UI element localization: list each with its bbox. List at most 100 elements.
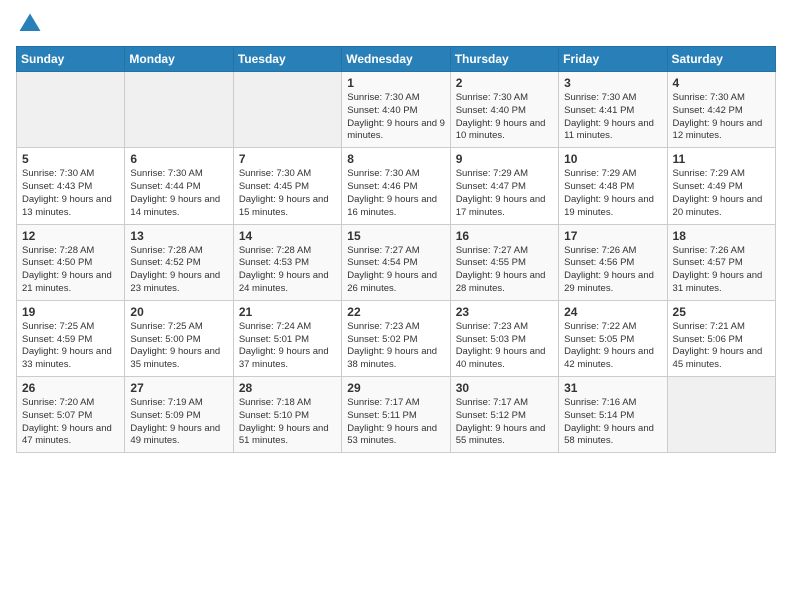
calendar-cell: 2 Sunrise: 7:30 AMSunset: 4:40 PMDaylight… xyxy=(450,72,558,148)
day-number: 21 xyxy=(239,305,337,319)
day-number: 11 xyxy=(673,152,771,166)
calendar-cell: 7 Sunrise: 7:30 AMSunset: 4:45 PMDaylight… xyxy=(233,148,341,224)
day-info: Sunrise: 7:24 AMSunset: 5:01 PMDaylight:… xyxy=(239,321,337,372)
day-number: 24 xyxy=(564,305,662,319)
calendar-cell: 27 Sunrise: 7:19 AMSunset: 5:09 PMDayligh… xyxy=(125,377,233,453)
day-number: 23 xyxy=(456,305,554,319)
day-info: Sunrise: 7:26 AMSunset: 4:56 PMDaylight:… xyxy=(564,245,662,296)
calendar-cell: 21 Sunrise: 7:24 AMSunset: 5:01 PMDayligh… xyxy=(233,300,341,376)
day-info: Sunrise: 7:20 AMSunset: 5:07 PMDaylight:… xyxy=(22,397,120,448)
calendar-cell: 5 Sunrise: 7:30 AMSunset: 4:43 PMDaylight… xyxy=(17,148,125,224)
weekday-header: Monday xyxy=(125,47,233,72)
day-info: Sunrise: 7:30 AMSunset: 4:44 PMDaylight:… xyxy=(130,168,228,219)
weekday-header: Tuesday xyxy=(233,47,341,72)
day-info: Sunrise: 7:17 AMSunset: 5:12 PMDaylight:… xyxy=(456,397,554,448)
day-info: Sunrise: 7:30 AMSunset: 4:41 PMDaylight:… xyxy=(564,92,662,143)
calendar-cell: 3 Sunrise: 7:30 AMSunset: 4:41 PMDaylight… xyxy=(559,72,667,148)
day-info: Sunrise: 7:30 AMSunset: 4:45 PMDaylight:… xyxy=(239,168,337,219)
calendar-cell: 17 Sunrise: 7:26 AMSunset: 4:56 PMDayligh… xyxy=(559,224,667,300)
weekday-header: Sunday xyxy=(17,47,125,72)
calendar-cell: 1 Sunrise: 7:30 AMSunset: 4:40 PMDaylight… xyxy=(342,72,450,148)
calendar-cell: 24 Sunrise: 7:22 AMSunset: 5:05 PMDayligh… xyxy=(559,300,667,376)
weekday-header: Thursday xyxy=(450,47,558,72)
day-info: Sunrise: 7:29 AMSunset: 4:47 PMDaylight:… xyxy=(456,168,554,219)
day-number: 9 xyxy=(456,152,554,166)
day-info: Sunrise: 7:18 AMSunset: 5:10 PMDaylight:… xyxy=(239,397,337,448)
day-info: Sunrise: 7:23 AMSunset: 5:02 PMDaylight:… xyxy=(347,321,445,372)
day-number: 25 xyxy=(673,305,771,319)
calendar-cell: 16Sunrise: 7:27 AMSunset: 4:55 PMDayligh… xyxy=(450,224,558,300)
day-info: Sunrise: 7:30 AMSunset: 4:40 PMDaylight:… xyxy=(456,92,554,143)
day-number: 17 xyxy=(564,229,662,243)
calendar-cell xyxy=(17,72,125,148)
day-info: Sunrise: 7:30 AMSunset: 4:43 PMDaylight:… xyxy=(22,168,120,219)
calendar-cell: 10 Sunrise: 7:29 AMSunset: 4:48 PMDayligh… xyxy=(559,148,667,224)
weekday-header: Wednesday xyxy=(342,47,450,72)
day-number: 27 xyxy=(130,381,228,395)
logo xyxy=(16,10,46,38)
day-number: 14 xyxy=(239,229,337,243)
day-info: Sunrise: 7:28 AMSunset: 4:50 PMDaylight:… xyxy=(22,245,120,296)
day-info: Sunrise: 7:30 AMSunset: 4:40 PMDaylight:… xyxy=(347,92,445,143)
day-info: Sunrise: 7:25 AMSunset: 5:00 PMDaylight:… xyxy=(130,321,228,372)
calendar-cell xyxy=(233,72,341,148)
calendar-week-row: 12 Sunrise: 7:28 AMSunset: 4:50 PMDayligh… xyxy=(17,224,776,300)
day-number: 3 xyxy=(564,76,662,90)
day-info: Sunrise: 7:21 AMSunset: 5:06 PMDaylight:… xyxy=(673,321,771,372)
day-number: 12 xyxy=(22,229,120,243)
calendar-cell: 15 Sunrise: 7:27 AMSunset: 4:54 PMDayligh… xyxy=(342,224,450,300)
calendar-cell: 22 Sunrise: 7:23 AMSunset: 5:02 PMDayligh… xyxy=(342,300,450,376)
day-number: 8 xyxy=(347,152,445,166)
calendar-cell: 18Sunrise: 7:26 AMSunset: 4:57 PMDayligh… xyxy=(667,224,775,300)
day-info: Sunrise: 7:16 AMSunset: 5:14 PMDaylight:… xyxy=(564,397,662,448)
calendar-cell: 13Sunrise: 7:28 AMSunset: 4:52 PMDayligh… xyxy=(125,224,233,300)
calendar-cell: 6 Sunrise: 7:30 AMSunset: 4:44 PMDaylight… xyxy=(125,148,233,224)
calendar-cell: 26 Sunrise: 7:20 AMSunset: 5:07 PMDayligh… xyxy=(17,377,125,453)
calendar-cell xyxy=(125,72,233,148)
calendar-cell: 11 Sunrise: 7:29 AMSunset: 4:49 PMDayligh… xyxy=(667,148,775,224)
weekday-header: Saturday xyxy=(667,47,775,72)
calendar-cell: 9 Sunrise: 7:29 AMSunset: 4:47 PMDaylight… xyxy=(450,148,558,224)
day-info: Sunrise: 7:29 AMSunset: 4:49 PMDaylight:… xyxy=(673,168,771,219)
day-number: 2 xyxy=(456,76,554,90)
calendar-cell xyxy=(667,377,775,453)
calendar-week-row: 26 Sunrise: 7:20 AMSunset: 5:07 PMDayligh… xyxy=(17,377,776,453)
day-number: 28 xyxy=(239,381,337,395)
day-info: Sunrise: 7:19 AMSunset: 5:09 PMDaylight:… xyxy=(130,397,228,448)
day-number: 16 xyxy=(456,229,554,243)
day-info: Sunrise: 7:26 AMSunset: 4:57 PMDaylight:… xyxy=(673,245,771,296)
calendar-week-row: 19 Sunrise: 7:25 AMSunset: 4:59 PMDayligh… xyxy=(17,300,776,376)
calendar-cell: 25 Sunrise: 7:21 AMSunset: 5:06 PMDayligh… xyxy=(667,300,775,376)
weekday-header: Friday xyxy=(559,47,667,72)
calendar-cell: 31Sunrise: 7:16 AMSunset: 5:14 PMDayligh… xyxy=(559,377,667,453)
calendar-cell: 23Sunrise: 7:23 AMSunset: 5:03 PMDayligh… xyxy=(450,300,558,376)
logo-icon xyxy=(16,10,44,38)
day-number: 20 xyxy=(130,305,228,319)
calendar-header-row: SundayMondayTuesdayWednesdayThursdayFrid… xyxy=(17,47,776,72)
calendar-week-row: 1 Sunrise: 7:30 AMSunset: 4:40 PMDaylight… xyxy=(17,72,776,148)
day-number: 6 xyxy=(130,152,228,166)
calendar-cell: 28 Sunrise: 7:18 AMSunset: 5:10 PMDayligh… xyxy=(233,377,341,453)
day-number: 26 xyxy=(22,381,120,395)
day-number: 1 xyxy=(347,76,445,90)
day-info: Sunrise: 7:22 AMSunset: 5:05 PMDaylight:… xyxy=(564,321,662,372)
day-number: 29 xyxy=(347,381,445,395)
day-info: Sunrise: 7:29 AMSunset: 4:48 PMDaylight:… xyxy=(564,168,662,219)
day-number: 7 xyxy=(239,152,337,166)
day-info: Sunrise: 7:28 AMSunset: 4:53 PMDaylight:… xyxy=(239,245,337,296)
day-number: 5 xyxy=(22,152,120,166)
calendar-cell: 19 Sunrise: 7:25 AMSunset: 4:59 PMDayligh… xyxy=(17,300,125,376)
calendar-cell: 8 Sunrise: 7:30 AMSunset: 4:46 PMDaylight… xyxy=(342,148,450,224)
calendar-cell: 4Sunrise: 7:30 AMSunset: 4:42 PMDaylight… xyxy=(667,72,775,148)
day-number: 15 xyxy=(347,229,445,243)
page: SundayMondayTuesdayWednesdayThursdayFrid… xyxy=(0,0,792,612)
day-number: 10 xyxy=(564,152,662,166)
day-number: 30 xyxy=(456,381,554,395)
calendar-cell: 12 Sunrise: 7:28 AMSunset: 4:50 PMDayligh… xyxy=(17,224,125,300)
day-number: 22 xyxy=(347,305,445,319)
day-info: Sunrise: 7:25 AMSunset: 4:59 PMDaylight:… xyxy=(22,321,120,372)
day-number: 13 xyxy=(130,229,228,243)
day-info: Sunrise: 7:27 AMSunset: 4:54 PMDaylight:… xyxy=(347,245,445,296)
day-info: Sunrise: 7:30 AMSunset: 4:46 PMDaylight:… xyxy=(347,168,445,219)
day-number: 19 xyxy=(22,305,120,319)
